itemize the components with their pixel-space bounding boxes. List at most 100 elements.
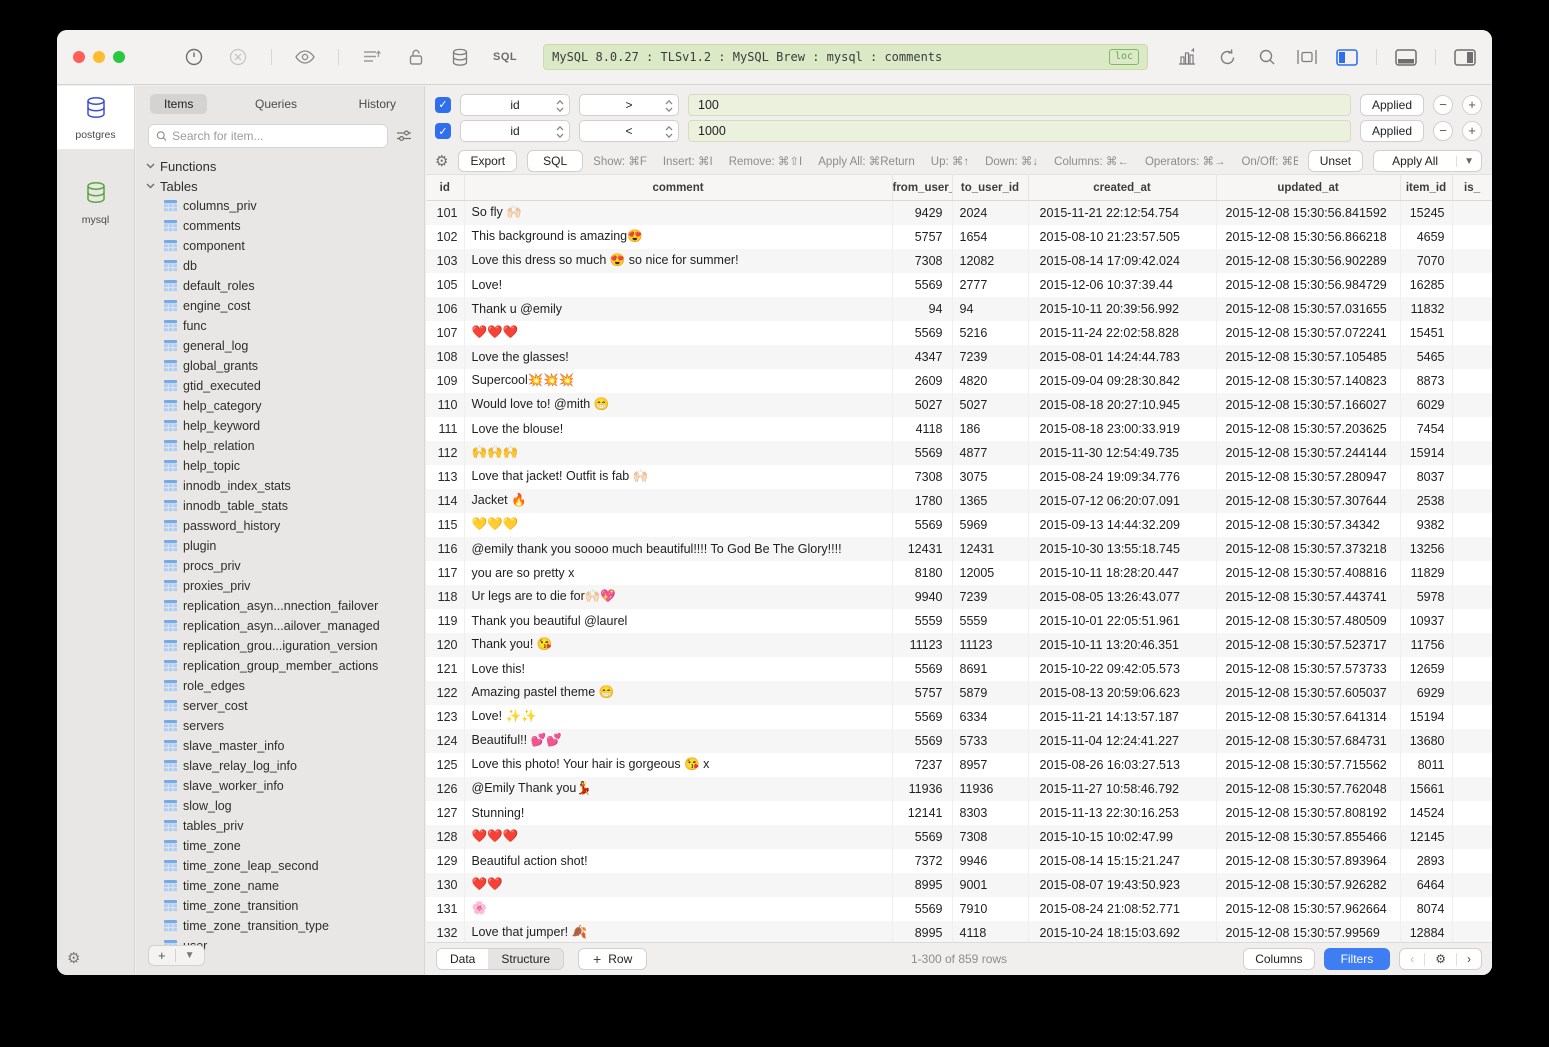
- table-row[interactable]: 131 🌸 5569 7910 2015-08-24 21:08:52.771 …: [426, 897, 1492, 921]
- cell-id[interactable]: 115: [426, 513, 464, 537]
- cell-is[interactable]: [1452, 417, 1492, 441]
- cell-updated-at[interactable]: 2015-12-08 15:30:57.962664: [1216, 897, 1400, 921]
- cell-updated-at[interactable]: 2015-12-08 15:30:57.166027: [1216, 393, 1400, 417]
- cell-comment[interactable]: Love this dress so much 😍 so nice for su…: [464, 249, 892, 273]
- unset-button[interactable]: Unset: [1308, 150, 1363, 172]
- cell-to-user-id[interactable]: 1365: [952, 489, 1028, 513]
- cell-updated-at[interactable]: 2015-12-08 15:30:57.480509: [1216, 609, 1400, 633]
- table-list-item[interactable]: role_edges: [136, 676, 424, 696]
- table-list-item[interactable]: servers: [136, 716, 424, 736]
- apply-all-button[interactable]: Apply All ▼: [1373, 150, 1482, 172]
- lock-icon[interactable]: [405, 46, 427, 68]
- columns-button[interactable]: Columns: [1243, 948, 1314, 970]
- remove-filter-button[interactable]: −: [1433, 121, 1453, 141]
- cell-updated-at[interactable]: 2015-12-08 15:30:57.715562: [1216, 753, 1400, 777]
- table-list-item[interactable]: gtid_executed: [136, 376, 424, 396]
- cell-comment[interactable]: Love! ✨✨: [464, 705, 892, 729]
- cell-id[interactable]: 103: [426, 249, 464, 273]
- column-header-updated-at[interactable]: updated_at: [1216, 175, 1400, 201]
- cell-from-user-id[interactable]: 8180: [892, 561, 952, 585]
- cell-comment[interactable]: 💛💛💛: [464, 513, 892, 537]
- cell-id[interactable]: 109: [426, 369, 464, 393]
- table-list-item[interactable]: columns_priv: [136, 196, 424, 216]
- cell-to-user-id[interactable]: 2024: [952, 201, 1028, 225]
- cell-comment[interactable]: @Emily Thank you💃: [464, 777, 892, 801]
- cell-to-user-id[interactable]: 7239: [952, 345, 1028, 369]
- cell-updated-at[interactable]: 2015-12-08 15:30:57.573733: [1216, 657, 1400, 681]
- table-list-item[interactable]: slave_master_info: [136, 736, 424, 756]
- filter-settings-gear-icon[interactable]: ⚙: [435, 152, 448, 170]
- cell-is[interactable]: [1452, 681, 1492, 705]
- cell-to-user-id[interactable]: 5216: [952, 321, 1028, 345]
- cell-from-user-id[interactable]: 9940: [892, 585, 952, 609]
- cell-id[interactable]: 107: [426, 321, 464, 345]
- cell-comment[interactable]: Love the glasses!: [464, 345, 892, 369]
- table-row[interactable]: 119 Thank you beautiful @laurel 5559 555…: [426, 609, 1492, 633]
- cell-item-id[interactable]: 13256: [1400, 537, 1452, 561]
- filter-value-input[interactable]: [688, 120, 1351, 142]
- cell-from-user-id[interactable]: 94: [892, 297, 952, 321]
- column-header-item-id[interactable]: item_id: [1400, 175, 1452, 201]
- cell-created-at[interactable]: 2015-08-18 23:00:33.919: [1028, 417, 1216, 441]
- cell-is[interactable]: [1452, 489, 1492, 513]
- cell-id[interactable]: 122: [426, 681, 464, 705]
- cell-is[interactable]: [1452, 249, 1492, 273]
- table-list-item[interactable]: slow_log: [136, 796, 424, 816]
- add-row-button[interactable]: + Row: [578, 948, 647, 970]
- table-row[interactable]: 115 💛💛💛 5569 5969 2015-09-13 14:44:32.20…: [426, 513, 1492, 537]
- cell-updated-at[interactable]: 2015-12-08 15:30:56.866218: [1216, 225, 1400, 249]
- cell-comment[interactable]: Love this!: [464, 657, 892, 681]
- cell-created-at[interactable]: 2015-07-12 06:20:07.091: [1028, 489, 1216, 513]
- item-search-box[interactable]: [148, 124, 388, 148]
- cell-from-user-id[interactable]: 5569: [892, 825, 952, 849]
- table-row[interactable]: 123 Love! ✨✨ 5569 6334 2015-11-21 14:13:…: [426, 705, 1492, 729]
- column-header-created-at[interactable]: created_at: [1028, 175, 1216, 201]
- cell-comment[interactable]: 🌸: [464, 897, 892, 921]
- table-row[interactable]: 127 Stunning! 12141 8303 2015-11-13 22:3…: [426, 801, 1492, 825]
- table-list-item[interactable]: innodb_index_stats: [136, 476, 424, 496]
- cell-to-user-id[interactable]: 94: [952, 297, 1028, 321]
- cell-updated-at[interactable]: 2015-12-08 15:30:56.984729: [1216, 273, 1400, 297]
- filter-enabled-checkbox[interactable]: ✓: [435, 123, 451, 139]
- connection-item-mysql[interactable]: mysql: [57, 171, 134, 234]
- cell-id[interactable]: 126: [426, 777, 464, 801]
- table-list-item[interactable]: replication_asyn...nnection_failover: [136, 596, 424, 616]
- next-page-button[interactable]: ›: [1457, 949, 1481, 969]
- cell-updated-at[interactable]: 2015-12-08 15:30:57.140823: [1216, 369, 1400, 393]
- cell-to-user-id[interactable]: 5733: [952, 729, 1028, 753]
- zoom-button[interactable]: [113, 51, 125, 63]
- cell-item-id[interactable]: 11829: [1400, 561, 1452, 585]
- table-row[interactable]: 105 Love! 5569 2777 2015-12-06 10:37:39.…: [426, 273, 1492, 297]
- cell-item-id[interactable]: 2893: [1400, 849, 1452, 873]
- cell-comment[interactable]: Love that jacket! Outfit is fab 🙌🏻: [464, 465, 892, 489]
- cell-id[interactable]: 117: [426, 561, 464, 585]
- tab-history[interactable]: History: [345, 94, 410, 114]
- cell-is[interactable]: [1452, 825, 1492, 849]
- cell-from-user-id[interactable]: 8995: [892, 921, 952, 943]
- cell-updated-at[interactable]: 2015-12-08 15:30:57.203625: [1216, 417, 1400, 441]
- cell-id[interactable]: 131: [426, 897, 464, 921]
- cell-comment[interactable]: Ur legs are to die for🙌🏻💖: [464, 585, 892, 609]
- table-list-item[interactable]: general_log: [136, 336, 424, 356]
- cell-created-at[interactable]: 2015-11-13 22:30:16.253: [1028, 801, 1216, 825]
- cell-created-at[interactable]: 2015-10-30 13:55:18.745: [1028, 537, 1216, 561]
- table-list-item[interactable]: component: [136, 236, 424, 256]
- cell-to-user-id[interactable]: 11936: [952, 777, 1028, 801]
- filter-operator-select[interactable]: >: [579, 94, 679, 116]
- filter-operator-select[interactable]: <: [579, 120, 679, 142]
- table-list-item[interactable]: engine_cost: [136, 296, 424, 316]
- cell-to-user-id[interactable]: 1654: [952, 225, 1028, 249]
- table-row[interactable]: 108 Love the glasses! 4347 7239 2015-08-…: [426, 345, 1492, 369]
- cell-created-at[interactable]: 2015-08-18 20:27:10.945: [1028, 393, 1216, 417]
- cell-id[interactable]: 111: [426, 417, 464, 441]
- cell-to-user-id[interactable]: 12431: [952, 537, 1028, 561]
- panel-bottom-icon[interactable]: [1395, 46, 1417, 68]
- filter-field-select[interactable]: id: [460, 120, 570, 142]
- cell-comment[interactable]: Beautiful!! 💕💕: [464, 729, 892, 753]
- cell-id[interactable]: 116: [426, 537, 464, 561]
- cell-is[interactable]: [1452, 633, 1492, 657]
- cell-comment[interactable]: ❤️❤️❤️: [464, 321, 892, 345]
- applied-button[interactable]: Applied: [1360, 120, 1424, 142]
- cell-is[interactable]: [1452, 273, 1492, 297]
- cell-item-id[interactable]: 10937: [1400, 609, 1452, 633]
